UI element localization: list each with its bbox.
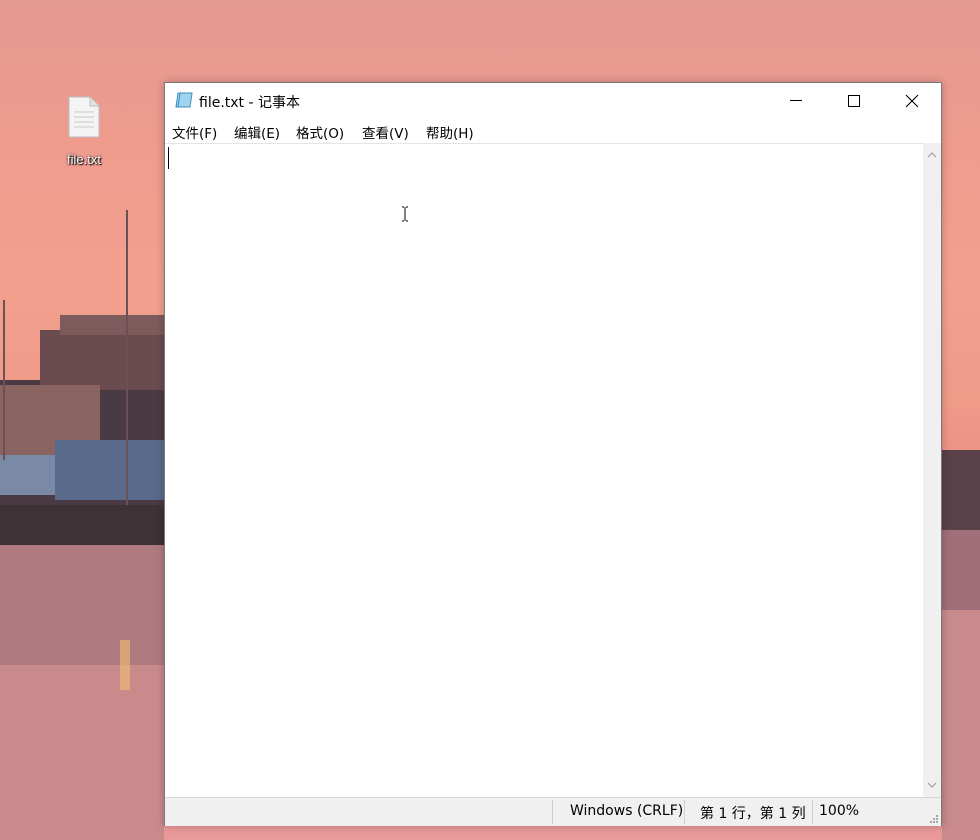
status-zoom: 100% [819, 803, 860, 819]
menu-help[interactable]: 帮助(H) [426, 122, 474, 142]
notepad-icon [175, 92, 193, 108]
resize-grip-icon[interactable] [929, 814, 939, 824]
menu-format[interactable]: 格式(O) [296, 122, 344, 142]
minimize-button[interactable] [767, 83, 825, 117]
scroll-up-arrow-icon[interactable] [927, 151, 937, 159]
status-divider [684, 800, 685, 824]
text-editor[interactable] [165, 143, 923, 798]
menu-view[interactable]: 查看(V) [362, 122, 409, 142]
status-divider [552, 800, 553, 824]
status-cursor-position: 第 1 行，第 1 列 [700, 806, 806, 822]
ibeam-cursor-icon [402, 206, 408, 222]
status-line-ending: Windows (CRLF) [570, 803, 682, 819]
vertical-scrollbar[interactable] [923, 143, 941, 797]
text-caret [168, 147, 169, 169]
window-title: file.txt - 记事本 [199, 95, 300, 111]
close-button[interactable] [883, 83, 941, 117]
close-icon [905, 94, 919, 108]
desktop-file-label: file.txt [67, 152, 101, 167]
title-bar[interactable]: file.txt - 记事本 [165, 83, 941, 117]
scroll-down-arrow-icon[interactable] [927, 781, 937, 789]
notepad-window: file.txt - 记事本 文件(F) 编辑(E) 格式(O) 查看(V) 帮… [164, 82, 942, 826]
menu-edit[interactable]: 编辑(E) [234, 122, 280, 142]
desktop-file-icon[interactable]: file.txt [52, 96, 116, 167]
status-divider [812, 800, 813, 824]
status-bar: Windows (CRLF) 第 1 行，第 1 列 100% [165, 797, 941, 826]
menu-file[interactable]: 文件(F) [172, 122, 217, 142]
text-file-icon [68, 96, 100, 138]
minimize-icon [790, 100, 802, 101]
maximize-icon [848, 95, 860, 107]
maximize-button[interactable] [825, 83, 883, 117]
menu-bar: 文件(F) 编辑(E) 格式(O) 查看(V) 帮助(H) [165, 117, 941, 143]
